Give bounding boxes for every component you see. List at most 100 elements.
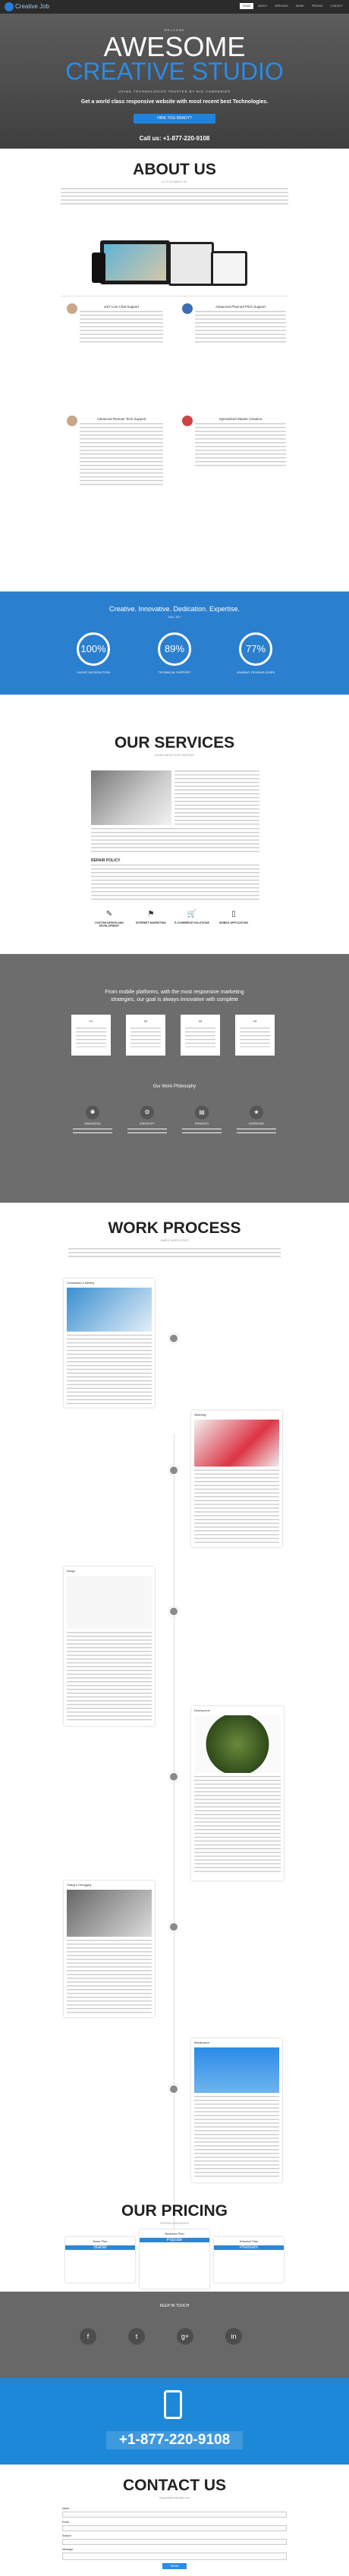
- field-label-email: Email: [62, 2521, 69, 2524]
- phone-number[interactable]: +1-877-220-9108: [106, 2431, 243, 2449]
- menu-item-contact[interactable]: CONTACT: [327, 3, 346, 9]
- stat-circle: 100%: [77, 632, 110, 666]
- bulb-icon: ✺: [86, 1106, 99, 1119]
- timeline-dot: [168, 1333, 179, 1344]
- linkedin-icon[interactable]: in: [225, 2328, 242, 2345]
- contact-title: CONTACT US: [122, 2477, 227, 2494]
- twitter-icon[interactable]: t: [128, 2328, 145, 2345]
- strategy-card: 04: [235, 1015, 275, 1056]
- step-title: Testing & Debugging: [67, 1884, 92, 1887]
- feature-text: [80, 311, 163, 345]
- step-text: [67, 1940, 152, 2014]
- feature-title: 24/7 Live Chat Support: [103, 305, 140, 309]
- gear-icon: ⚙: [140, 1106, 154, 1119]
- service-label: CUSTOM DESIGN AND DEVELOPMENT: [95, 921, 124, 927]
- stat-label: LEADING TECHNOLOGIES: [236, 670, 275, 674]
- step-text: [194, 1776, 281, 1875]
- feature-avatar: [67, 303, 77, 314]
- services-title: OUR SERVICES: [114, 734, 235, 751]
- menu-item-services[interactable]: SERVICES: [272, 3, 291, 9]
- social-title: KEEP IN TOUCH: [159, 2304, 190, 2308]
- work-step-card: Maintenance: [191, 2038, 282, 2182]
- about-intro-text: [61, 188, 288, 205]
- feature-title: Advanced Remote Tech Support: [96, 417, 146, 421]
- step-text: [194, 1470, 279, 1545]
- step-text: [67, 1632, 152, 1723]
- step-title: Development: [194, 1709, 210, 1712]
- stat-label: CLIENT SATISFACTION: [77, 670, 110, 674]
- message-input[interactable]: [62, 2552, 287, 2560]
- field-label-message: Message: [62, 2548, 74, 2551]
- step-image: [194, 1715, 281, 1773]
- services-text: [91, 828, 259, 854]
- hero-tagline: USING TECHNOLOGIES TRUSTED BY BIG COMPAN…: [118, 89, 231, 93]
- services-text-2: [91, 864, 259, 902]
- timeline-dot: [168, 1606, 179, 1617]
- name-input[interactable]: [62, 2512, 287, 2518]
- about-title: ABOUT US: [133, 161, 216, 178]
- philosophy-title: Our Work Philosophy: [152, 1084, 197, 1089]
- work-step-card: Development: [191, 1706, 284, 1881]
- step-title: Maintenance: [194, 2041, 210, 2044]
- hero-call: Call us: +1-877-220-9108: [139, 135, 210, 142]
- contact-subtitle: Support@creativejob.com: [159, 2496, 190, 2499]
- plan-name: Basic Plan: [93, 2239, 108, 2243]
- feature-avatar: [182, 303, 193, 314]
- phone-icon: [164, 2390, 182, 2419]
- brand-name[interactable]: Creative Job: [15, 3, 49, 10]
- card-number: 02: [143, 1019, 148, 1023]
- field-label-subject: Subject: [62, 2534, 71, 2537]
- hire-button[interactable]: HIRE YOU READY?: [134, 114, 215, 124]
- hero-subtitle: Get a world class responsive website wit…: [80, 99, 269, 105]
- chart-icon: ▤: [195, 1106, 209, 1119]
- pricing-title: OUR PRICING: [121, 2202, 228, 2220]
- step-text: [67, 1335, 152, 1406]
- subject-input[interactable]: [62, 2539, 287, 2545]
- step-text: [194, 2096, 279, 2179]
- card-number: 03: [198, 1019, 203, 1023]
- google-plus-icon[interactable]: g+: [177, 2328, 193, 2345]
- timeline-dot: [168, 1465, 179, 1476]
- step-image: [67, 1288, 152, 1332]
- plan-header: Popular: [140, 2238, 209, 2242]
- strategy-card: 02: [126, 1015, 165, 1056]
- card-number: 01: [89, 1019, 93, 1023]
- mobile-icon: ▯: [231, 910, 236, 918]
- menu-item-pricing[interactable]: PRICING: [309, 3, 326, 9]
- work-intro-text: [68, 1248, 281, 1257]
- pencil-icon: ✎: [105, 910, 113, 918]
- feature-avatar: [182, 416, 193, 426]
- step-title: Design: [67, 1570, 75, 1573]
- philosophy-text: [73, 1128, 112, 1136]
- send-button[interactable]: SEND: [162, 2563, 187, 2569]
- stat-label: TECHNICAL SUPPORT: [158, 670, 191, 674]
- philosophy-text: [237, 1128, 276, 1136]
- menu-item-work[interactable]: WORK: [293, 3, 307, 9]
- work-subtitle: SIMPLE WORK STEPS: [160, 1239, 189, 1242]
- menu-item-about[interactable]: ABOUT: [255, 3, 270, 9]
- timeline-dot: [168, 2084, 179, 2094]
- logo-icon[interactable]: [5, 2, 14, 11]
- tablet-map-image: [211, 251, 247, 286]
- work-step-card: Design: [64, 1567, 155, 1726]
- facebook-icon[interactable]: f: [80, 2328, 96, 2345]
- strategy-heading-1: From mobile platforms, with the most res…: [105, 990, 244, 995]
- about-divider: [61, 296, 288, 297]
- philosophy-label: EXPERTISE: [249, 1122, 264, 1125]
- email-input[interactable]: [62, 2525, 287, 2531]
- feature-title: Specialized Marker Creation: [219, 417, 263, 421]
- menu-item-home[interactable]: HOME: [239, 3, 254, 9]
- stats-subheading: SKILL SET: [168, 616, 181, 619]
- service-label: MOBILE APPLICATION: [219, 921, 248, 924]
- hero-title-line1: AWESOME: [103, 31, 246, 62]
- work-title: WORK PROCESS: [108, 1219, 241, 1237]
- star-icon: ★: [250, 1106, 263, 1119]
- feature-avatar: [67, 416, 77, 426]
- feature-text: [80, 423, 163, 488]
- work-step-card: Testing & Debugging: [64, 1881, 155, 2017]
- field-label-name: Name: [62, 2507, 70, 2510]
- philosophy-label: STRATEGY: [194, 1122, 209, 1125]
- philosophy-text: [182, 1128, 222, 1136]
- pricing-subtitle: PRICING & PACKAGES: [160, 2222, 189, 2225]
- plan-name: Business Plan: [165, 2232, 184, 2236]
